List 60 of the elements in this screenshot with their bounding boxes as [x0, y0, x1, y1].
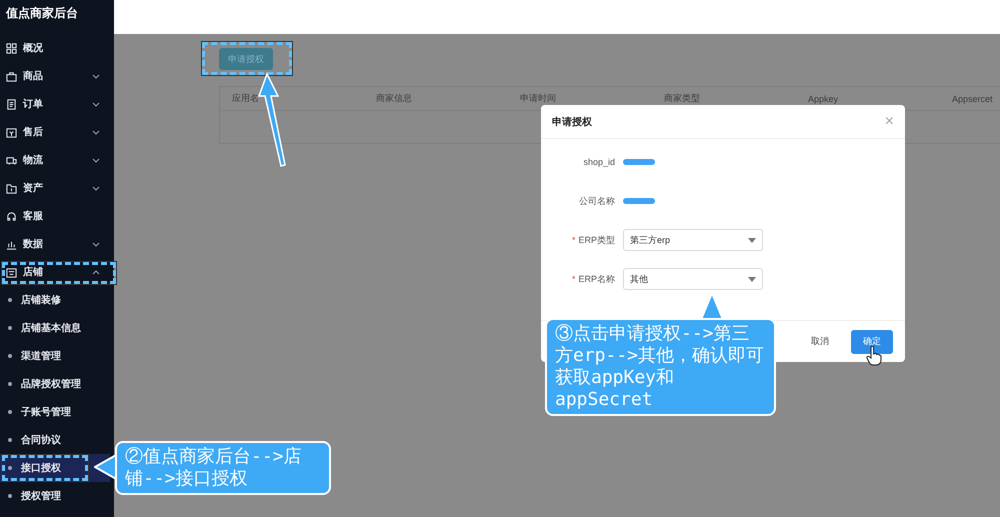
nav-icon — [6, 98, 17, 110]
caret-icon — [748, 238, 756, 242]
chevron-icon — [92, 270, 100, 274]
column-header: 应用名 — [232, 92, 260, 105]
field-label: 公司名称 — [578, 194, 615, 208]
nav-subitem[interactable]: 店铺基本信息 — [0, 314, 110, 342]
bullet-icon — [8, 494, 12, 498]
cancel-button[interactable]: 取消 — [799, 330, 841, 354]
bullet-icon — [8, 326, 12, 330]
nav-subitem[interactable]: 渠道管理 — [0, 342, 110, 370]
nav-item[interactable]: 售后 — [0, 118, 114, 146]
chevron-icon — [92, 158, 100, 162]
nav-icon — [6, 154, 17, 166]
nav-icon — [6, 266, 17, 278]
callout-text: ②值点商家后台-->店铺-->接口授权 — [125, 446, 302, 489]
nav-icon — [6, 126, 17, 138]
field-label: shop_id — [582, 157, 615, 167]
column-header: 申请时间 — [520, 92, 557, 105]
bullet-icon — [8, 410, 12, 414]
chevron-icon — [92, 102, 100, 106]
column-header: 商家信息 — [376, 92, 413, 105]
bullet-icon — [8, 466, 12, 470]
bullet-icon — [8, 298, 12, 302]
nav-icon — [6, 70, 17, 82]
chevron-icon — [92, 74, 100, 78]
nav-item[interactable]: 店铺 — [0, 258, 114, 286]
nav-item[interactable]: 商品 — [0, 62, 114, 90]
nav-item[interactable]: 概况 — [0, 34, 114, 62]
nav-subitem[interactable]: 店铺装修 — [0, 286, 110, 314]
callout-text: ③点击申请授权-->第三方erp-->其他，确认即可获取appKey和appSecret — [555, 323, 764, 410]
nav-item[interactable]: 数据 — [0, 230, 114, 258]
chevron-icon — [92, 242, 100, 246]
nav-subitem[interactable]: 品牌授权管理 — [0, 370, 110, 398]
field-label: * ERP名称 — [570, 272, 615, 286]
dialog-title: 申请授权 — [552, 116, 592, 128]
nav-subitem[interactable]: 子账号管理 — [0, 398, 110, 426]
app-title: 值点商家后台 — [4, 5, 79, 22]
nav-icon — [6, 210, 17, 222]
redaction-mark — [623, 198, 655, 204]
nav-icon — [6, 182, 17, 194]
select-field[interactable]: 其他 — [623, 268, 763, 290]
column-header: Appkey — [808, 94, 840, 104]
bullet-icon — [8, 354, 12, 358]
chevron-icon — [92, 130, 100, 134]
nav-icon — [6, 42, 17, 54]
bullet-icon — [8, 438, 12, 442]
caret-icon — [748, 276, 756, 282]
column-header: 商家类型 — [664, 92, 701, 105]
redaction-mark — [623, 159, 655, 165]
nav-item[interactable]: 订单 — [0, 90, 114, 118]
field-label: * ERP类型 — [570, 234, 615, 246]
bullet-icon — [8, 382, 12, 386]
nav-item[interactable]: 客服 — [0, 202, 114, 230]
select-field[interactable]: 第三方erp — [623, 229, 763, 251]
nav-subitem[interactable]: 合同协议 — [0, 426, 110, 454]
chevron-icon — [92, 186, 100, 190]
nav-subitem[interactable]: 授权管理 — [0, 482, 110, 510]
column-header: Appsercet — [952, 94, 994, 104]
nav-item[interactable]: 物流 — [0, 146, 114, 174]
nav-item[interactable]: 资产 — [0, 174, 114, 202]
